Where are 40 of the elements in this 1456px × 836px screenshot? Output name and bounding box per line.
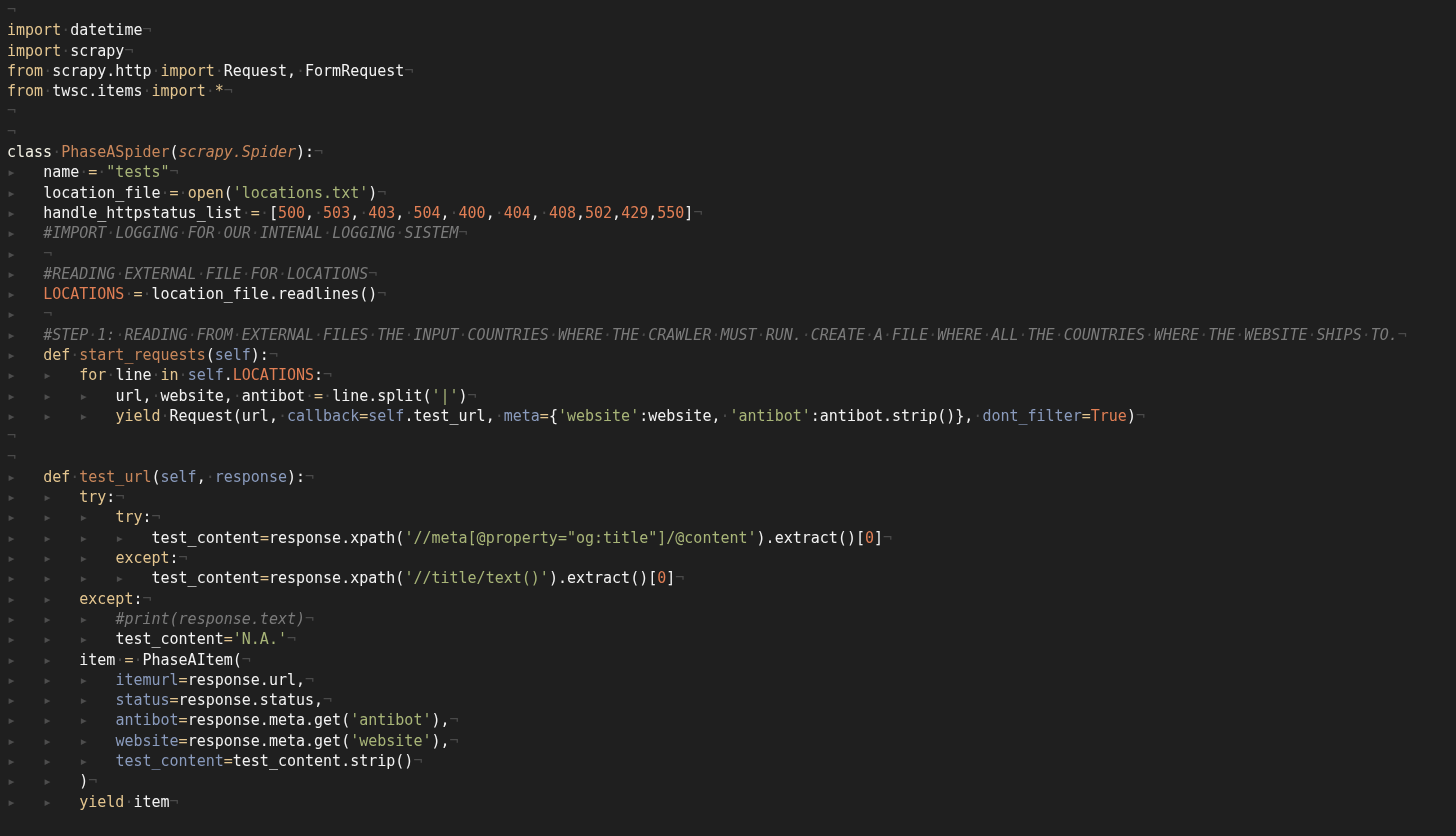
- code-line: ▸ ▸ ▸ status=response.status,¬: [7, 690, 333, 711]
- code-line: ¬: [7, 121, 17, 143]
- code-line: ▸ ▸ ▸ itemurl=response.url,¬: [7, 669, 315, 691]
- code-line: ▸ ▸ )¬: [7, 771, 98, 792]
- code-line: ▸ ▸ ▸ url,·website,·antibot·=·line.split('|')¬: [7, 385, 477, 406]
- code-line: class·PhaseASpider(scrapy.Spider):¬: [7, 142, 324, 163]
- code-line: from·twsc.items·import·*¬: [7, 81, 233, 102]
- code-line: from·scrapy.http·import·Request,·FormRequest¬: [7, 60, 414, 82]
- code-line: ▸ handle_httpstatus_list·=·[500,·503,·403,·504,·400,·404,·408,502,429,550]¬: [7, 202, 703, 224]
- code-line: ▸ ▸ ▸ test_content=test_content.strip()¬: [7, 751, 423, 772]
- code-line: ¬: [7, 0, 17, 21]
- code-line: ▸ ¬: [7, 304, 53, 325]
- code-line: ▸ ▸ ▸ #print(response.text)¬: [7, 608, 315, 630]
- code-line: ▸ LOCATIONS·=·location_file.readlines()¬: [7, 284, 387, 305]
- code-line: ¬: [7, 426, 17, 447]
- code-line: ▸ ▸ ▸ yield·Request(url,·callback=self.test_url,·meta={'website':website,·'antibot':antibot.strip()},·dont_filter=True)¬: [7, 405, 1145, 427]
- code-line: ¬: [7, 446, 17, 467]
- code-line: ▸ ▸ ▸ except:¬: [7, 548, 188, 569]
- code-line: ▸ ▸ ▸ ▸ test_content=response.xpath('//meta[@property="og:title"]/@content').extract()[0]¬: [7, 527, 893, 548]
- code-line: ▸ ▸ yield·item¬: [7, 791, 179, 812]
- code-line: ▸ name·=·"tests"¬: [7, 162, 179, 183]
- code-line: ▸ ▸ except:¬: [7, 588, 152, 609]
- code-line: ▸ location_file·=·open('locations.txt')¬: [7, 182, 387, 203]
- code-line: ▸ ▸ item·=·PhaseAItem(¬: [7, 649, 251, 670]
- code-line: ▸ ▸ ▸ try:¬: [7, 507, 161, 528]
- code-line: import·datetime¬: [7, 20, 152, 41]
- code-line: import·scrapy¬: [7, 40, 134, 61]
- code-line: ▸ ▸ ▸ test_content='N.A.'¬: [7, 629, 296, 650]
- code-line: ▸ ▸ ▸ website=response.meta.get('website'),¬: [7, 730, 459, 751]
- code-line: ▸ #STEP·1:·READING·FROM·EXTERNAL·FILES·THE·INPUT·COUNTRIES·WHERE·THE·CRAWLER·MUST·RUN.·CREATE·A·FILE·WHERE·ALL·THE·COUNTRIES·WHERE·THE·WEBSITE·SHIPS·TO.¬: [7, 324, 1407, 346]
- code-line: ▸ ¬: [7, 243, 53, 264]
- code-line: ▸ def·start_requests(self):¬: [7, 345, 278, 366]
- code-line: ▸ #READING·EXTERNAL·FILE·FOR·LOCATIONS¬: [7, 263, 378, 285]
- code-line: ▸ ▸ ▸ ▸ test_content=response.xpath('//title/text()').extract()[0]¬: [7, 568, 685, 589]
- code-line: ▸ def·test_url(self,·response):¬: [7, 466, 315, 488]
- code-line: ▸ ▸ ▸ antibot=response.meta.get('antibot'),¬: [7, 710, 459, 731]
- code-line: ▸ ▸ for·line·in·self.LOCATIONS:¬: [7, 365, 333, 386]
- code-line: ▸ #IMPORT·LOGGING·FOR·OUR·INTENAL·LOGGING·SISTEM¬: [7, 223, 468, 244]
- code-line: ¬: [7, 101, 17, 122]
- code-line: ▸ ▸ try:¬: [7, 487, 125, 508]
